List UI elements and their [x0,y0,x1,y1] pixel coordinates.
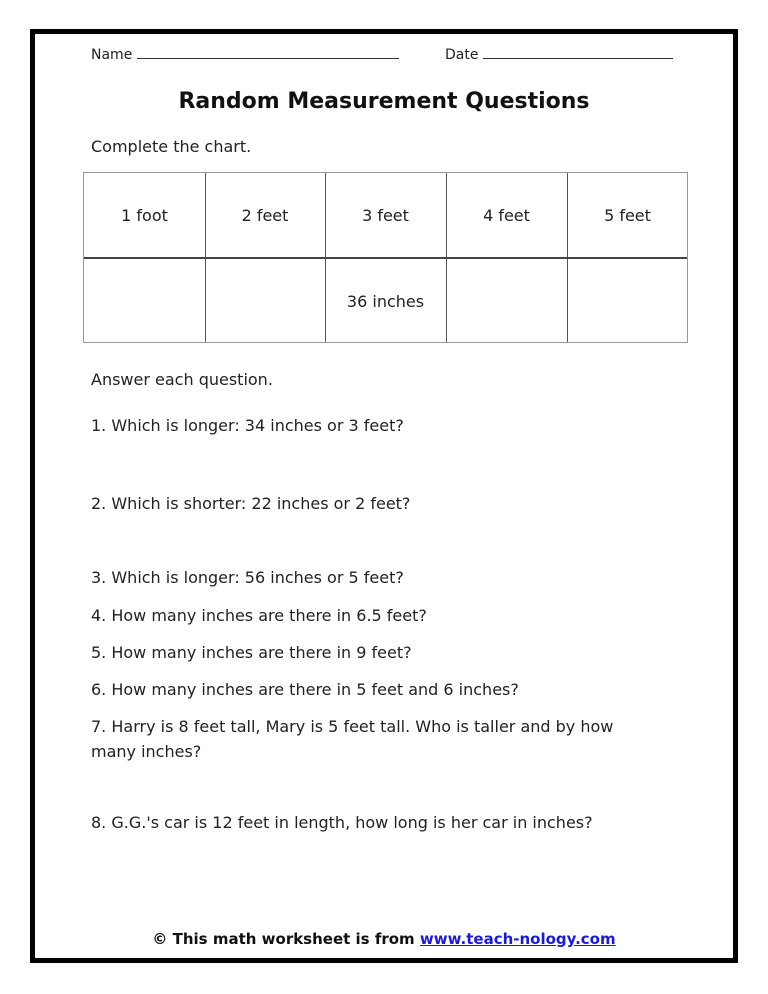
footer-credit: © This math worksheet is from www.teach-… [0,930,768,948]
question-7-continued: many inches? [91,742,202,761]
page-title: Random Measurement Questions [178,89,590,114]
question-2: 2. Which is shorter: 22 inches or 2 feet… [91,494,411,513]
table-header-cell: 1 foot [121,205,168,225]
table-answer-cell[interactable] [84,259,205,343]
name-blank-line[interactable] [137,46,400,59]
question-3: 3. Which is longer: 56 inches or 5 feet? [91,568,404,587]
table-answer-cell[interactable] [446,259,567,343]
name-label: Name [91,47,133,63]
date-field: Date [445,46,674,63]
question-5: 5. How many inches are there in 9 feet? [91,643,412,662]
table-answer-cell: 36 inches [346,291,425,311]
date-blank-line[interactable] [483,46,674,59]
table-header-cell: 5 feet [604,205,651,225]
question-1: 1. Which is longer: 34 inches or 3 feet? [91,416,404,435]
name-field: Name [91,46,400,63]
date-label: Date [445,47,479,63]
table-header-cell: 2 feet [241,205,289,225]
table-header-cell: 3 feet [362,205,409,225]
table-answer-cell[interactable] [205,259,325,343]
conversion-table: 1 foot 2 feet 3 feet 4 feet 5 feet 36 in… [83,172,688,343]
copyright-icon: © [152,930,168,948]
footer-text: This math worksheet is from [172,930,415,948]
footer-link[interactable]: www.teach-nology.com [420,930,616,948]
question-7: 7. Harry is 8 feet tall, Mary is 5 feet … [91,717,614,736]
chart-instruction: Complete the chart. [91,137,252,156]
table-answer-cell[interactable] [567,259,688,343]
questions-instruction: Answer each question. [91,370,273,389]
question-6: 6. How many inches are there in 5 feet a… [91,680,519,699]
question-8: 8. G.G.'s car is 12 feet in length, how … [91,813,593,832]
question-4: 4. How many inches are there in 6.5 feet… [91,606,427,625]
table-header-cell: 4 feet [483,205,530,225]
